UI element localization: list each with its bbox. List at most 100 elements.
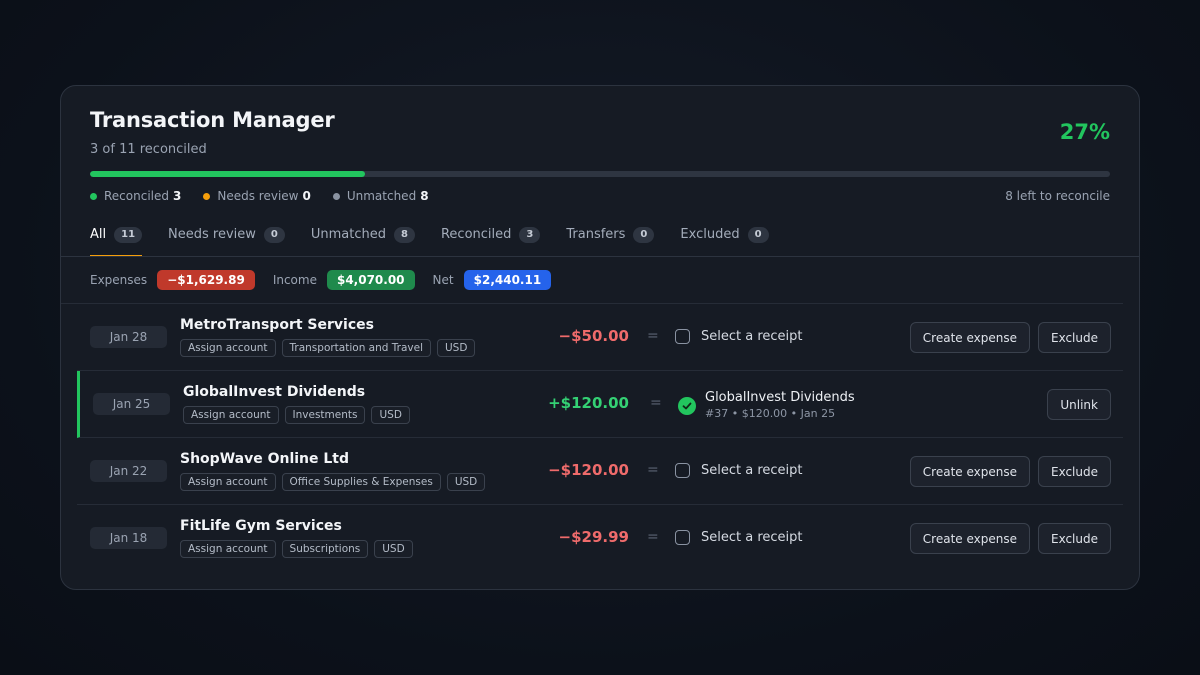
reconciled-summary: 3 of 11 reconciled xyxy=(90,142,207,157)
equals-icon: = xyxy=(647,462,659,478)
matched-receipt-details: #37 • $120.00 • Jan 25 xyxy=(705,407,836,420)
tab-needs-review[interactable]: Needs review 0 xyxy=(168,224,285,257)
category-tag[interactable]: Investments xyxy=(284,406,366,424)
check-circle-icon xyxy=(678,397,696,415)
matched-receipt-title: GlobalInvest Dividends xyxy=(705,390,855,405)
legend-label: Needs review xyxy=(217,189,299,203)
category-tag[interactable]: Office Supplies & Expenses xyxy=(281,473,441,491)
merchant-name: GlobalInvest Dividends xyxy=(183,384,366,400)
net-label: Net xyxy=(432,273,454,287)
select-receipt-label: Select a receipt xyxy=(701,463,803,478)
select-receipt[interactable]: Select a receipt xyxy=(675,530,803,545)
tab-excluded[interactable]: Excluded 0 xyxy=(680,224,769,257)
tab-count-badge: 8 xyxy=(394,227,415,243)
totals-summary: Expenses −$1,629.89 Income $4,070.00 Net… xyxy=(90,270,569,290)
progress-bar xyxy=(90,171,1110,177)
assign-account-tag[interactable]: Assign account xyxy=(180,540,276,558)
transaction-manager-card: Transaction Manager 3 of 11 reconciled 2… xyxy=(60,85,1140,590)
tabs-divider xyxy=(61,256,1139,257)
income-badge: $4,070.00 xyxy=(326,270,415,290)
unmatched-dot-icon xyxy=(332,192,340,200)
create-expense-button[interactable]: Create expense xyxy=(909,456,1030,487)
progress-bar-fill xyxy=(90,171,366,177)
select-receipt[interactable]: Select a receipt xyxy=(675,463,803,478)
status-legend: Reconciled 3 Needs review 0 Unmatched 8 xyxy=(90,189,451,203)
exclude-button[interactable]: Exclude xyxy=(1037,523,1111,554)
unlink-button[interactable]: Unlink xyxy=(1047,389,1111,420)
select-receipt-label: Select a receipt xyxy=(701,329,803,344)
merchant-name: ShopWave Online Ltd xyxy=(180,451,350,467)
page-title: Transaction Manager xyxy=(90,108,335,132)
currency-tag: USD xyxy=(374,540,413,558)
tab-label: All xyxy=(90,227,107,242)
tab-all[interactable]: All 11 xyxy=(90,224,143,257)
equals-icon: = xyxy=(650,395,662,411)
category-tag[interactable]: Subscriptions xyxy=(281,540,369,558)
tab-transfers[interactable]: Transfers 0 xyxy=(566,224,655,257)
legend-count: 0 xyxy=(302,189,311,203)
equals-icon: = xyxy=(647,328,659,344)
legend-unmatched: Unmatched 8 xyxy=(332,189,429,203)
currency-tag: USD xyxy=(437,339,476,357)
expenses-label: Expenses xyxy=(90,273,148,287)
date-chip: Jan 18 xyxy=(90,527,167,549)
legend-label: Unmatched xyxy=(346,189,417,203)
tab-label: Excluded xyxy=(680,227,740,242)
create-expense-button[interactable]: Create expense xyxy=(909,322,1030,353)
exclude-button[interactable]: Exclude xyxy=(1037,456,1111,487)
row-actions: Unlink xyxy=(1039,389,1111,420)
filter-tabs: All 11 Needs review 0 Unmatched 8 Reconc… xyxy=(90,224,795,257)
legend-label: Reconciled xyxy=(104,189,169,203)
currency-tag: USD xyxy=(446,473,486,491)
currency-tag: USD xyxy=(371,406,410,424)
date-chip: Jan 25 xyxy=(93,393,170,415)
needs-review-dot-icon xyxy=(203,192,211,200)
checkbox-icon[interactable] xyxy=(675,463,690,478)
tab-label: Needs review xyxy=(168,227,256,242)
exclude-button[interactable]: Exclude xyxy=(1037,322,1111,353)
tab-count-badge: 3 xyxy=(519,227,541,243)
legend-count: 3 xyxy=(173,189,182,203)
assign-account-tag[interactable]: Assign account xyxy=(180,339,276,357)
expenses-badge: −$1,629.89 xyxy=(157,270,255,290)
amount: −$120.00 xyxy=(548,461,629,479)
row-actions: Create expense Exclude xyxy=(902,322,1111,353)
amount: −$50.00 xyxy=(558,327,629,345)
transaction-row: Jan 18 FitLife Gym Services Assign accou… xyxy=(77,505,1123,572)
legend-needs-review: Needs review 0 xyxy=(203,189,311,203)
tab-count-badge: 0 xyxy=(747,227,769,243)
amount: +$120.00 xyxy=(548,394,629,412)
amount: −$29.99 xyxy=(558,528,629,546)
assign-account-tag[interactable]: Assign account xyxy=(180,473,276,491)
transaction-row-matched: Jan 25 GlobalInvest Dividends Assign acc… xyxy=(77,371,1123,438)
checkbox-icon[interactable] xyxy=(675,329,690,344)
tab-unmatched[interactable]: Unmatched 8 xyxy=(311,224,415,257)
tab-reconciled[interactable]: Reconciled 3 xyxy=(440,224,541,257)
legend-reconciled: Reconciled 3 xyxy=(90,189,181,203)
tab-count-badge: 11 xyxy=(114,227,143,243)
income-label: Income xyxy=(272,273,317,287)
category-tag[interactable]: Transportation and Travel xyxy=(281,339,431,357)
date-chip: Jan 28 xyxy=(90,326,167,348)
transaction-row: Jan 28 MetroTransport Services Assign ac… xyxy=(77,304,1123,371)
progress-percent: 27% xyxy=(1059,120,1110,144)
date-chip: Jan 22 xyxy=(90,460,167,482)
tab-label: Unmatched xyxy=(310,227,387,242)
tag-list: Assign account Transportation and Travel… xyxy=(180,339,481,357)
assign-account-tag[interactable]: Assign account xyxy=(183,406,279,424)
legend-count: 8 xyxy=(420,189,429,203)
checkbox-icon[interactable] xyxy=(675,530,690,545)
reconciled-dot-icon xyxy=(90,192,97,200)
equals-icon: = xyxy=(647,529,659,545)
create-expense-button[interactable]: Create expense xyxy=(909,523,1030,554)
transaction-list: Jan 28 MetroTransport Services Assign ac… xyxy=(77,304,1123,572)
matched-receipt: GlobalInvest Dividends #37 • $120.00 • J… xyxy=(678,390,855,420)
net-badge: $2,440.11 xyxy=(463,270,552,290)
tab-count-badge: 0 xyxy=(633,227,655,243)
tab-label: Reconciled xyxy=(440,227,512,242)
select-receipt[interactable]: Select a receipt xyxy=(675,329,803,344)
tag-list: Assign account Investments USD xyxy=(183,406,416,424)
select-receipt-label: Select a receipt xyxy=(701,530,803,545)
transaction-row: Jan 22 ShopWave Online Ltd Assign accoun… xyxy=(77,438,1123,505)
row-actions: Create expense Exclude xyxy=(902,523,1111,554)
